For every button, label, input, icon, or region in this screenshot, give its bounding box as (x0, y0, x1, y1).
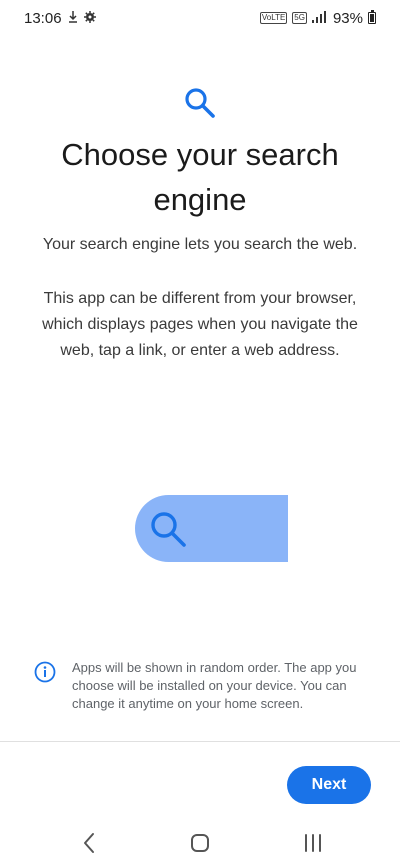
signal-icon (311, 10, 328, 27)
divider (0, 741, 400, 742)
fiveg-badge: 5G (292, 12, 307, 24)
settings-gear-icon (83, 10, 96, 27)
page-title: Choose your search engine (61, 137, 339, 217)
status-left: 13:06 (24, 10, 96, 27)
info-text: Apps will be shown in random order. The … (72, 660, 357, 711)
info-row: Apps will be shown in random order. The … (34, 659, 374, 713)
subtitle: Your search engine lets you search the w… (42, 236, 358, 253)
info-icon (34, 661, 56, 683)
navigation-bar (0, 826, 400, 862)
next-button[interactable]: Next (287, 766, 371, 804)
volte-badge: VoLTE (259, 12, 288, 24)
status-bar: 13:06 VoLTE 5G 93% (0, 0, 400, 36)
battery-icon (368, 10, 376, 24)
description: This app can be different from your brow… (42, 290, 358, 359)
home-icon[interactable] (190, 833, 210, 853)
battery-percent: 93% (332, 9, 363, 27)
search-bar-illustration (135, 495, 288, 562)
search-icon (185, 88, 215, 118)
recents-icon[interactable] (303, 833, 323, 853)
back-icon[interactable] (82, 832, 96, 854)
status-right: VoLTE 5G 93% (259, 9, 376, 27)
illustration-search-icon (151, 512, 186, 547)
clock: 13:06 (24, 9, 62, 27)
download-icon (68, 10, 78, 27)
